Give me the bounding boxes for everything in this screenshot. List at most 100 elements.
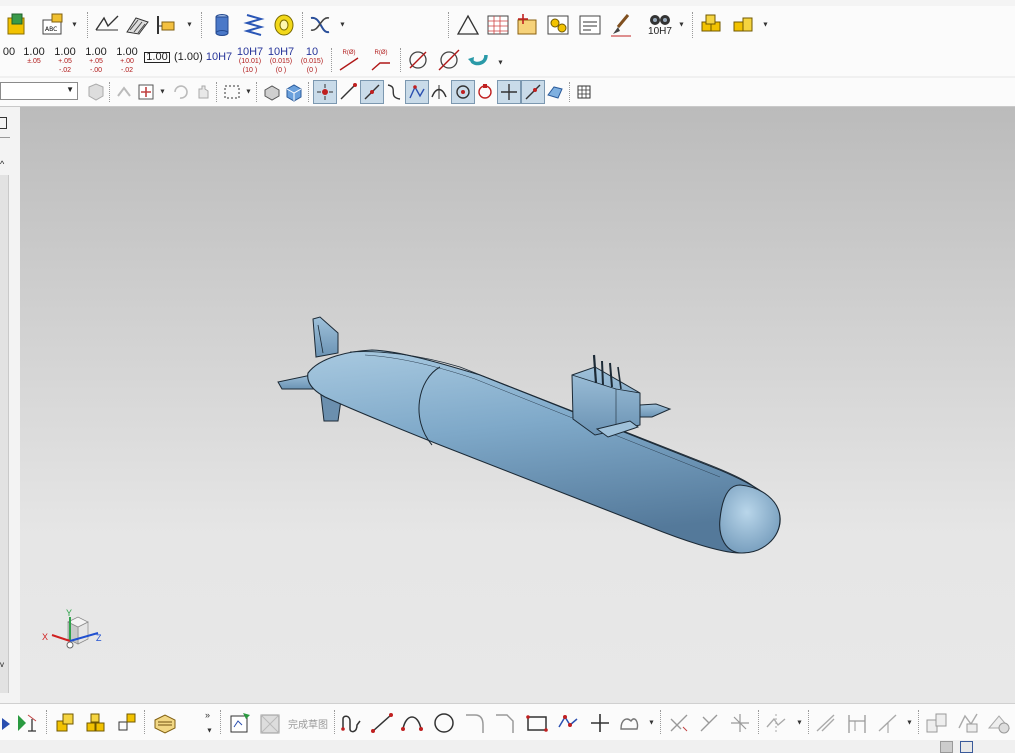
snap-intersection-icon[interactable] bbox=[429, 81, 449, 103]
view-triad[interactable]: Y X Z bbox=[38, 607, 108, 657]
tabular-note-icon[interactable] bbox=[515, 12, 541, 38]
chevron-down-icon[interactable]: ▼ bbox=[159, 89, 166, 96]
radius-dimension-button[interactable]: R(Ø) bbox=[336, 47, 362, 73]
tolerance-button[interactable]: 1.00 ±.05 bbox=[22, 47, 46, 66]
chevron-down-icon[interactable]: ▼ bbox=[206, 727, 213, 734]
trim-icon[interactable] bbox=[667, 711, 691, 735]
offset-curve-icon[interactable] bbox=[617, 711, 641, 735]
fillet-icon[interactable] bbox=[463, 711, 487, 735]
tolerance-button[interactable]: 1.00 +.00 -.02 bbox=[115, 47, 139, 75]
note-icon[interactable] bbox=[577, 12, 603, 38]
convert-reference-icon[interactable] bbox=[924, 710, 950, 736]
snap-center-icon[interactable] bbox=[451, 80, 475, 104]
fit-limits-button[interactable]: 10H7 (0.015) (0 ) bbox=[267, 47, 295, 75]
rectangle-icon[interactable] bbox=[525, 711, 549, 735]
chevron-down-icon[interactable]: ▼ bbox=[762, 22, 769, 29]
component-icon[interactable] bbox=[731, 12, 757, 38]
fit-symbol-button[interactable]: 10H7 bbox=[645, 12, 675, 38]
box-select-icon[interactable] bbox=[222, 82, 242, 102]
geometric-constraint-icon[interactable] bbox=[814, 711, 838, 735]
profile-icon[interactable] bbox=[340, 711, 364, 735]
selection-status-icon[interactable] bbox=[940, 741, 953, 753]
snap-line-icon[interactable] bbox=[337, 81, 359, 103]
mirror-curve-icon[interactable] bbox=[764, 711, 788, 735]
component-group-icon[interactable] bbox=[84, 711, 108, 735]
surface-finish-icon[interactable] bbox=[94, 12, 120, 38]
snap-curve-icon[interactable] bbox=[384, 81, 404, 103]
fit-limits-button[interactable]: 10 (0.015) (0 ) bbox=[298, 47, 326, 75]
circle-icon[interactable] bbox=[432, 711, 456, 735]
snap-midpoint-icon[interactable] bbox=[360, 80, 384, 104]
inferred-constraints-icon[interactable] bbox=[986, 710, 1012, 736]
chevron-down-icon[interactable]: ▼ bbox=[497, 60, 504, 67]
select-arrow-icon[interactable] bbox=[114, 82, 134, 102]
reference-dimension-button[interactable]: (1.00) bbox=[174, 52, 203, 63]
basic-dimension-button[interactable]: 1.00 bbox=[144, 52, 170, 63]
assembly-icon[interactable] bbox=[54, 711, 78, 735]
drawing-sheet-icon[interactable] bbox=[152, 710, 178, 736]
hatch-icon[interactable] bbox=[124, 12, 150, 38]
arc-icon[interactable] bbox=[400, 711, 424, 735]
fit-tolerance-button[interactable]: 10H7 bbox=[205, 52, 233, 63]
part-navigator-icon[interactable] bbox=[4, 12, 30, 38]
chevron-down-icon[interactable]: ▼ bbox=[245, 89, 252, 96]
graphics-viewport[interactable]: Y X Z bbox=[20, 107, 1015, 703]
tolerance-button[interactable]: 1.00 +.05 -.02 bbox=[53, 47, 77, 75]
auto-constrain-icon[interactable] bbox=[876, 711, 900, 735]
constraint-icon[interactable] bbox=[0, 712, 12, 734]
finish-sketch-icon[interactable] bbox=[258, 711, 282, 735]
snap-on-curve-icon[interactable] bbox=[521, 80, 545, 104]
chevron-down-icon[interactable]: ▼ bbox=[186, 22, 193, 29]
shaded-cube-icon[interactable] bbox=[284, 82, 304, 102]
chevron-down-icon[interactable]: ▼ bbox=[648, 719, 655, 726]
snap-point-on-icon[interactable] bbox=[497, 80, 521, 104]
solid-body-icon[interactable] bbox=[262, 82, 282, 102]
chevron-down-icon[interactable]: ▼ bbox=[678, 22, 685, 29]
tolerance-button[interactable]: 1.00 +.05 -.00 bbox=[84, 47, 108, 75]
datum-feature-icon[interactable] bbox=[154, 12, 180, 38]
dimension-constraint-icon[interactable] bbox=[845, 711, 869, 735]
extend-icon[interactable] bbox=[697, 711, 721, 735]
chevron-down-icon[interactable]: ▼ bbox=[796, 719, 803, 726]
diameter-icon[interactable] bbox=[405, 47, 431, 73]
radius-to-center-button[interactable]: R(Ø) bbox=[368, 47, 394, 73]
polygon-icon[interactable] bbox=[556, 711, 580, 735]
chevron-down-icon[interactable]: v bbox=[0, 660, 10, 670]
sketch-icon[interactable] bbox=[228, 711, 252, 735]
chevron-up-icon[interactable]: ^ bbox=[0, 159, 10, 169]
chevron-down-icon[interactable]: ▼ bbox=[339, 22, 346, 29]
submarine-model[interactable] bbox=[20, 107, 1015, 703]
chamfer-icon[interactable] bbox=[493, 711, 517, 735]
brush-icon[interactable] bbox=[608, 12, 634, 38]
fit-limits-button[interactable]: 10H7 (10.01) (10 ) bbox=[236, 47, 264, 75]
cylinder-icon[interactable] bbox=[209, 12, 235, 38]
wire-harness-icon[interactable] bbox=[307, 12, 333, 38]
snap-quadrant-icon[interactable] bbox=[475, 81, 495, 103]
assembly-icon[interactable] bbox=[699, 12, 725, 38]
scrollbar[interactable] bbox=[0, 175, 9, 693]
tolerance-button[interactable]: 00 bbox=[0, 47, 18, 58]
snap-point-icon[interactable] bbox=[136, 82, 156, 102]
alternate-solution-icon[interactable] bbox=[955, 710, 981, 736]
window-status-icon[interactable] bbox=[960, 741, 973, 753]
parts-list-icon[interactable] bbox=[545, 12, 571, 38]
hand-icon[interactable] bbox=[193, 82, 213, 102]
line-icon[interactable] bbox=[370, 711, 394, 735]
snap-endpoint-icon[interactable] bbox=[313, 80, 337, 104]
chevron-down-icon[interactable]: ▼ bbox=[906, 719, 913, 726]
grid-icon[interactable] bbox=[574, 81, 594, 103]
move-component-icon[interactable] bbox=[116, 711, 140, 735]
perpendicular-icon[interactable] bbox=[14, 711, 38, 735]
bearing-icon[interactable] bbox=[271, 12, 297, 38]
hole-diameter-icon[interactable] bbox=[436, 47, 462, 73]
spring-icon[interactable] bbox=[241, 12, 267, 38]
triangle-icon[interactable] bbox=[455, 12, 481, 38]
snap-control-point-icon[interactable] bbox=[405, 80, 429, 104]
point-icon[interactable] bbox=[588, 711, 612, 735]
finish-sketch-label[interactable]: 完成草图 bbox=[288, 716, 328, 731]
filter-icon[interactable] bbox=[86, 82, 106, 102]
snap-face-icon[interactable] bbox=[545, 81, 565, 103]
corner-icon[interactable] bbox=[728, 711, 752, 735]
toolbar-overflow-icon[interactable]: » bbox=[205, 710, 210, 720]
table-icon[interactable] bbox=[485, 12, 511, 38]
